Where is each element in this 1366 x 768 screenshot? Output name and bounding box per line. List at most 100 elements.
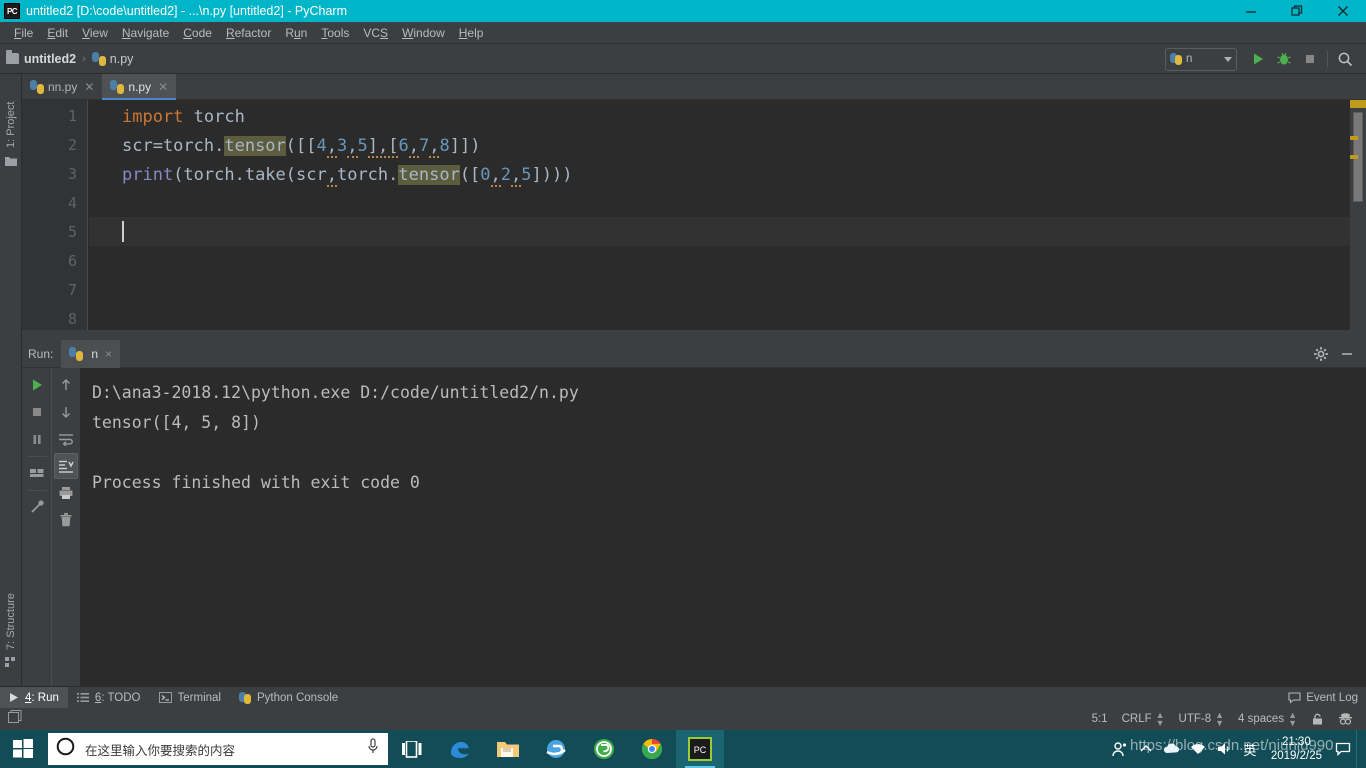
sidebar-item-project-label: 1: Project [5,102,17,148]
pycharm-icon[interactable]: PC [676,730,724,768]
caret-position[interactable]: 5:1 [1085,713,1115,725]
360-browser-icon[interactable] [580,730,628,768]
navigation-bar: untitled2 › n.py [0,44,1366,74]
run-console-output[interactable]: D:\ana3-2018.12\python.exe D:/code/untit… [80,368,1366,686]
system-tray: 英 21:30 2019/2/25 [1107,730,1366,768]
file-encoding[interactable]: UTF-8▲▼ [1172,711,1232,727]
python-file-icon [30,80,44,94]
svg-text:PC: PC [694,745,707,755]
restore-icon[interactable] [1274,0,1320,22]
editor-scrollbar[interactable] [1350,100,1366,330]
volume-icon[interactable] [1211,730,1237,768]
down-icon[interactable] [54,399,78,425]
inspector-icon[interactable] [1331,712,1360,726]
chrome-icon[interactable] [628,730,676,768]
lock-icon[interactable] [1304,713,1331,726]
show-desktop-button[interactable] [1356,730,1364,768]
pycharm-window: PC untitled2 [D:\code\untitled2] - ...\n… [0,0,1366,768]
internet-explorer-icon[interactable] [532,730,580,768]
console-line: tensor([4, 5, 8]) [92,408,1366,438]
code-l2-num2: 3 [337,136,347,156]
trash-icon[interactable] [54,507,78,533]
network-icon[interactable] [1185,730,1211,768]
stop-icon[interactable] [25,399,49,425]
menu-edit[interactable]: Edit [40,24,75,42]
debug-button[interactable] [1271,47,1297,71]
onedrive-icon[interactable] [1159,730,1185,768]
project-folder-icon[interactable] [4,154,18,168]
scrollbar-warning-marker[interactable] [1350,155,1358,159]
bottom-tab-terminal[interactable]: Terminal [150,687,230,709]
menu-run[interactable]: Run [278,24,314,42]
edge-icon[interactable] [436,730,484,768]
stop-button[interactable] [1297,47,1323,71]
breadcrumb-project[interactable]: untitled2 [6,52,76,66]
layout-icon[interactable] [25,460,49,486]
windows-start-icon[interactable] [0,730,46,768]
menu-window[interactable]: Window [395,24,452,42]
people-icon[interactable] [1107,730,1133,768]
file-explorer-icon[interactable] [484,730,532,768]
menu-code[interactable]: Code [176,24,219,42]
print-icon[interactable] [54,480,78,506]
menu-view[interactable]: View [75,24,115,42]
breadcrumb-file[interactable]: n.py [92,52,134,66]
menu-navigate[interactable]: Navigate [115,24,176,42]
menu-refactor[interactable]: Refactor [219,24,278,42]
line-separator[interactable]: CRLF▲▼ [1115,711,1172,727]
run-button[interactable] [1245,47,1271,71]
soft-wrap-icon[interactable] [54,426,78,452]
event-log-button[interactable]: Event Log [1288,692,1358,704]
scrollbar-warning-marker[interactable] [1350,136,1358,140]
line-number: 7 [37,281,77,299]
chevron-down-icon[interactable] [1224,57,1232,62]
close-icon[interactable]: ✕ [158,80,168,94]
task-view-icon[interactable] [388,730,436,768]
python-config-icon [1170,53,1182,65]
menu-vcs[interactable]: VCS [356,24,395,42]
scrollbar-warning-marker[interactable] [1350,100,1366,108]
notification-icon[interactable] [1330,730,1356,768]
editor-tab-n[interactable]: n.py ✕ [102,74,176,100]
close-icon[interactable] [1320,0,1366,22]
close-icon[interactable]: × [105,347,112,361]
code-text-area[interactable]: import torch scr=torch.tensor([[4,3,5],[… [89,100,1366,330]
run-configuration-selector[interactable]: n [1165,48,1237,71]
status-layout-icon[interactable] [8,710,22,728]
rerun-icon[interactable] [25,372,49,398]
close-icon[interactable]: ✕ [84,80,94,94]
search-everywhere-button[interactable] [1332,47,1358,71]
gear-icon[interactable] [1308,342,1334,366]
code-l2-comma1: , [327,136,337,158]
hide-window-icon[interactable] [1334,342,1360,366]
minimize-icon[interactable] [1228,0,1274,22]
sidebar-item-structure[interactable]: 7: Structure [0,564,22,650]
code-keyword-import: import [122,107,183,127]
bottom-tab-python-console[interactable]: Python Console [230,687,347,709]
taskbar-clock[interactable]: 21:30 2019/2/25 [1263,735,1330,763]
menu-tools[interactable]: Tools [314,24,356,42]
pause-icon[interactable] [25,426,49,452]
code-l2-d: ],[ [368,136,399,158]
ime-icon[interactable]: 英 [1237,730,1263,768]
run-session-tab[interactable]: n × [61,340,120,368]
editor-tab-nn-label: nn.py [48,80,77,94]
sidebar-item-project[interactable]: 1: Project [0,78,22,148]
indent-setting[interactable]: 4 spaces▲▼ [1231,711,1304,727]
structure-icon[interactable] [4,654,18,668]
taskbar-search-box[interactable]: 在这里输入你要搜索的内容 [48,733,388,765]
menu-help[interactable]: Help [452,24,491,42]
code-l2-b: ([[ [286,136,317,156]
bottom-tab-todo[interactable]: 6: TODO [68,687,150,709]
bottom-tab-run[interactable]: 4: Run [0,687,68,709]
run-window-header: Run: n × [22,340,1366,368]
pin-icon[interactable] [25,494,49,520]
microphone-icon[interactable] [366,738,380,760]
scroll-to-end-icon[interactable] [54,453,78,479]
run-tools-right-column [51,368,80,686]
show-hidden-icons-icon[interactable] [1133,730,1159,768]
code-editor[interactable]: 1 2 3 4 5 6 7 8 import torch scr=torch.t… [22,100,1366,330]
menu-file[interactable]: FFileile [7,24,40,42]
editor-tab-nn[interactable]: nn.py ✕ [22,74,102,100]
up-icon[interactable] [54,372,78,398]
